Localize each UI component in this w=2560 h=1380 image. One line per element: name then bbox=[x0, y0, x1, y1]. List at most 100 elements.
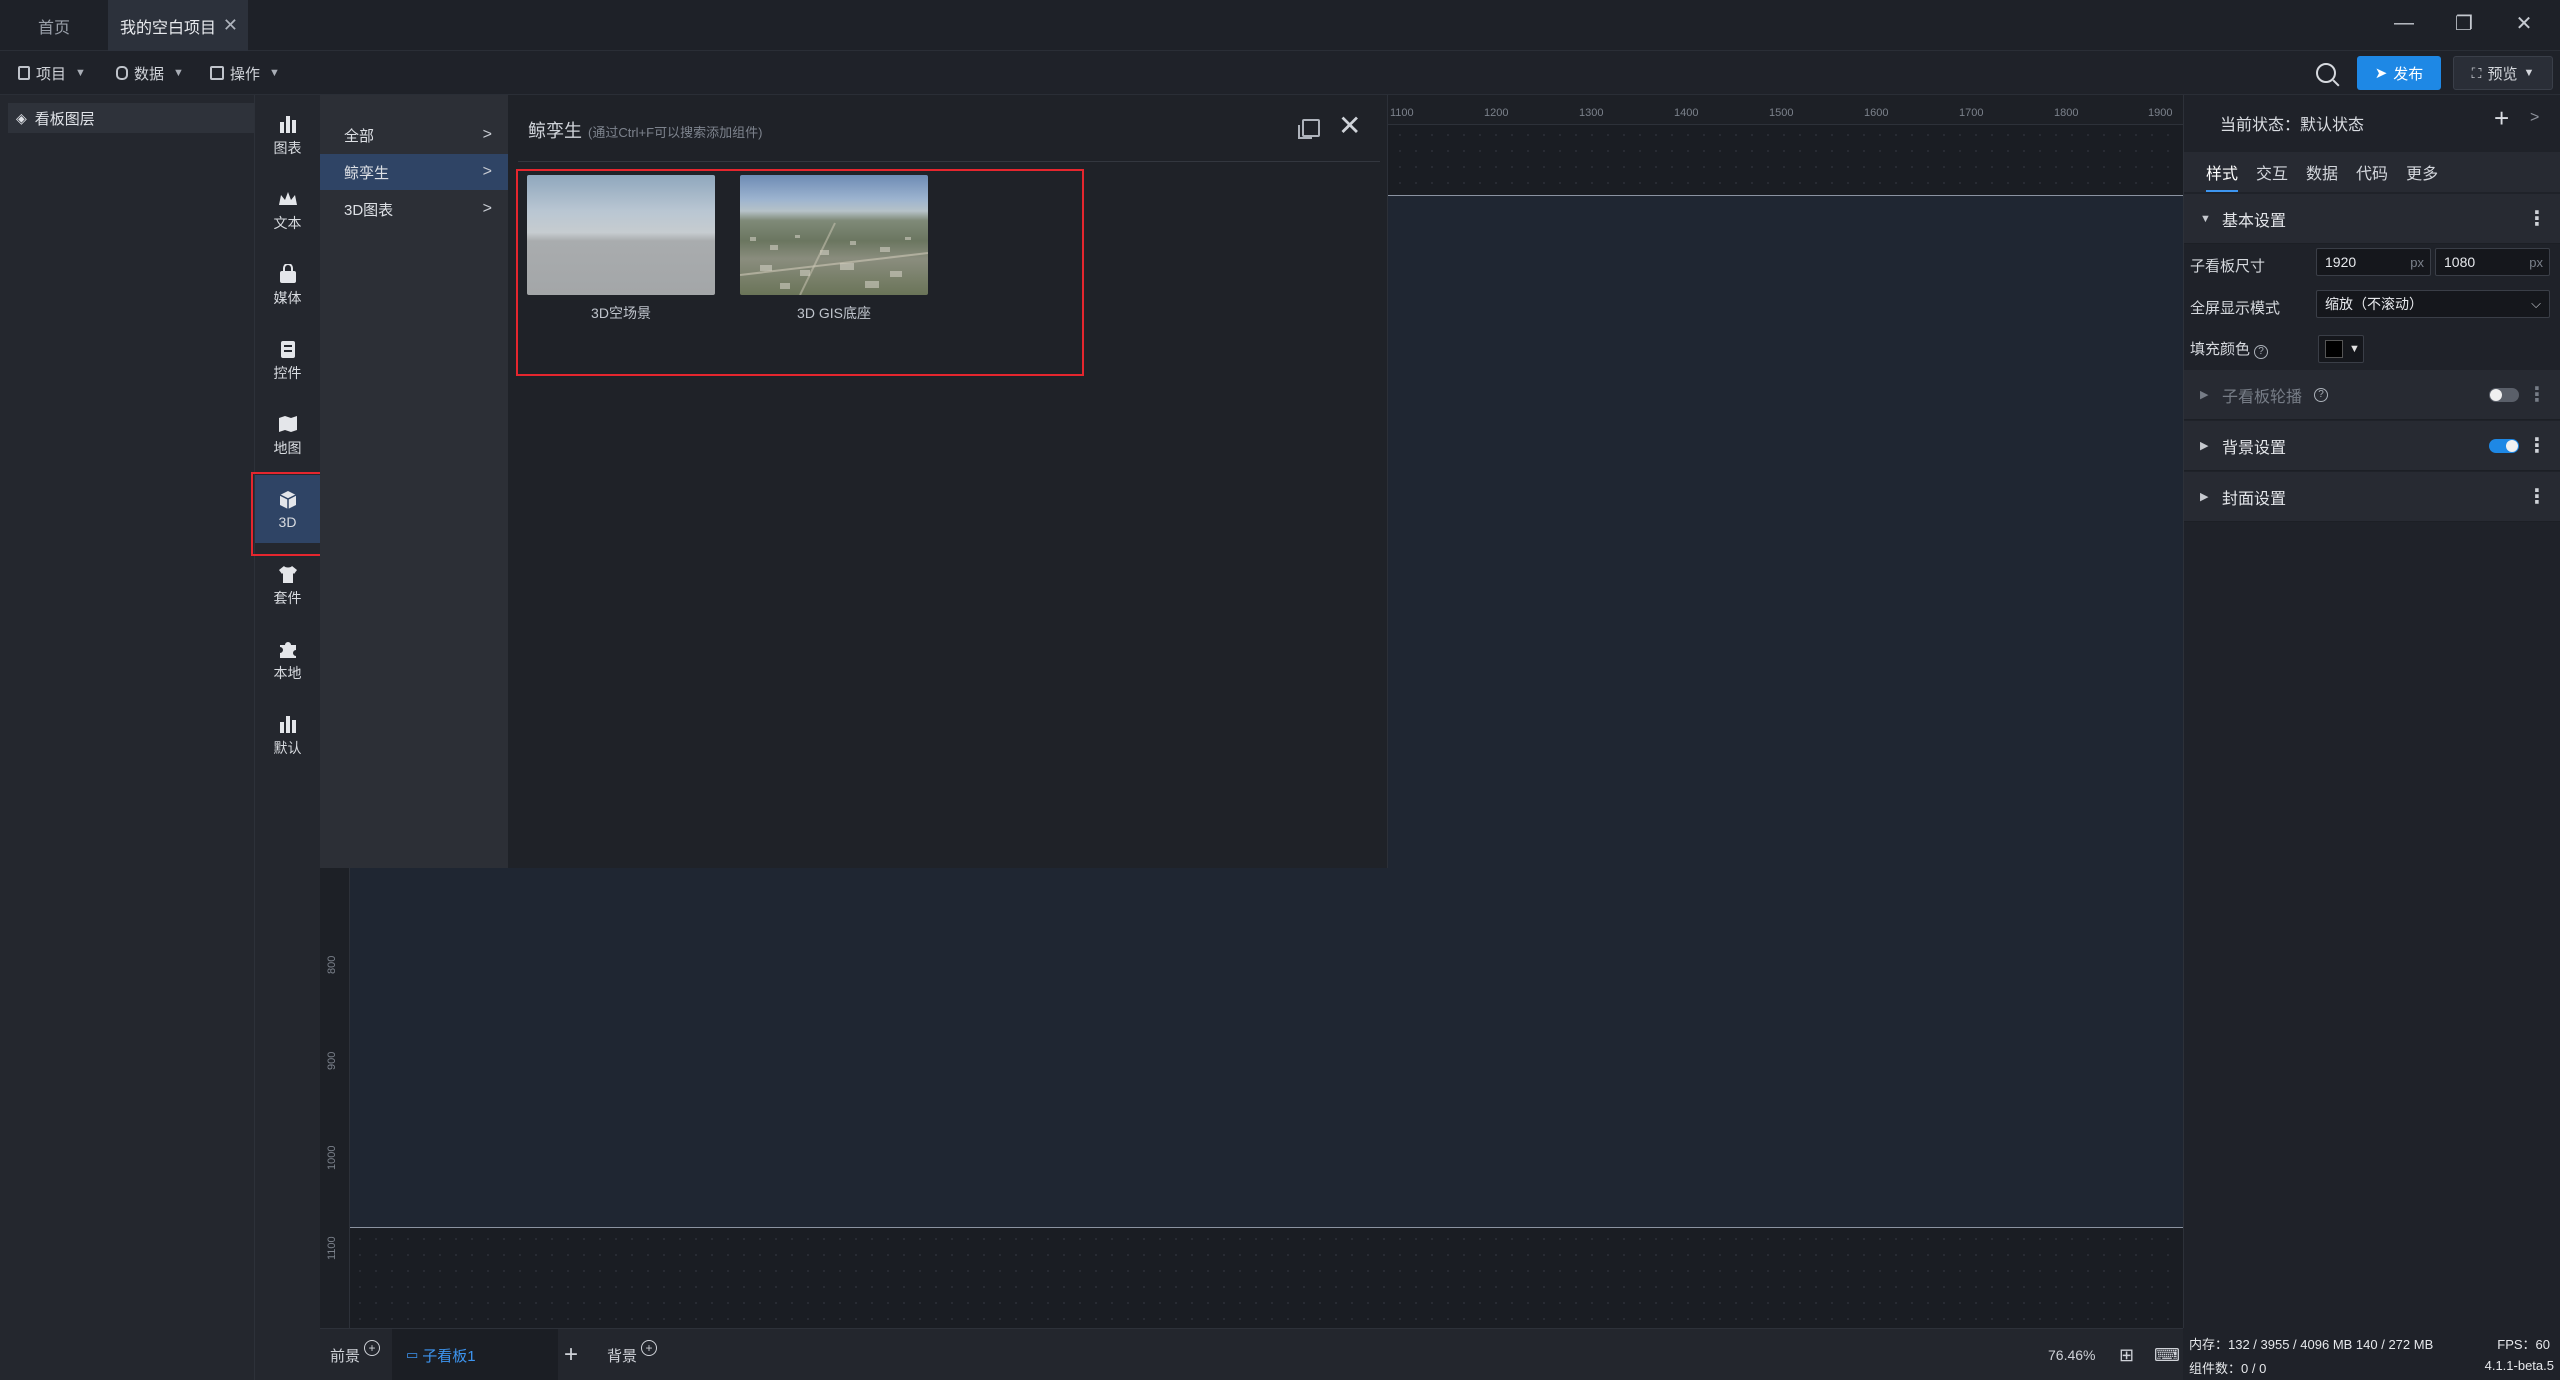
widget-icon bbox=[277, 337, 299, 359]
carousel-section[interactable]: ▶ 子看板轮播 ? ⋮ bbox=[2184, 370, 2560, 420]
component-rail: 图表 文本 媒体 控件 地图 3D 套件 本地 默认 bbox=[255, 95, 320, 1380]
tab-project[interactable]: 我的空白项目 ✕ bbox=[108, 0, 248, 51]
cover-settings-section[interactable]: ▶ 封面设置 ⋮ bbox=[2184, 472, 2560, 522]
publish-button[interactable]: ➤ 发布 bbox=[2357, 56, 2441, 90]
caret-down-icon: ▼ bbox=[2200, 212, 2211, 225]
ruler-tick: 1800 bbox=[2054, 107, 2079, 119]
layers-header[interactable]: ◈ 看板图层 bbox=[8, 103, 254, 133]
current-state: 当前状态：默认状态 bbox=[2220, 117, 2365, 134]
more-vertical-icon[interactable]: ⋮ bbox=[2527, 484, 2547, 509]
carousel-toggle[interactable] bbox=[2489, 388, 2519, 402]
width-input[interactable]: 1920 px bbox=[2316, 248, 2431, 276]
restore-icon[interactable]: ❐ bbox=[2434, 0, 2494, 46]
foreground-tab[interactable]: 前景 + bbox=[330, 1329, 381, 1380]
status-bar: 内存：132 / 3955 / 4096 MB 140 / 272 MB FPS… bbox=[2183, 1328, 2560, 1380]
ruler-top: 1100 1200 1300 1400 1500 1600 1700 1800 … bbox=[1388, 95, 2183, 125]
tab-home[interactable]: 首页 bbox=[0, 0, 108, 51]
background-toggle[interactable] bbox=[2489, 439, 2519, 453]
background-settings-section[interactable]: ▶ 背景设置 ⋮ bbox=[2184, 421, 2560, 471]
fullscreen-select[interactable]: 缩放（不滚动） ⌵ bbox=[2316, 290, 2550, 318]
project-menu[interactable]: 项目 ▼ bbox=[18, 51, 86, 95]
rail-item-3d[interactable]: 3D bbox=[255, 475, 320, 543]
ruler-tick: 1100 bbox=[326, 1236, 338, 1260]
caret-down-icon: ▼ bbox=[2349, 343, 2360, 355]
document-icon bbox=[18, 66, 30, 80]
tab-more[interactable]: 更多 bbox=[2406, 160, 2438, 184]
basic-settings-section[interactable]: ▼ 基本设置 ⋮ bbox=[2184, 194, 2560, 244]
ruler-tick: 1300 bbox=[1579, 107, 1604, 119]
ruler-tick: 800 bbox=[326, 955, 338, 974]
sub-board-label: 子看板1 bbox=[422, 1347, 476, 1365]
rail-item-widget[interactable]: 控件 bbox=[255, 326, 320, 394]
close-icon[interactable]: ✕ bbox=[1338, 109, 1361, 142]
tab-close-icon[interactable]: ✕ bbox=[223, 15, 238, 36]
puzzle-icon bbox=[277, 637, 299, 659]
crown-text-icon bbox=[277, 187, 299, 209]
more-vertical-icon[interactable]: ⋮ bbox=[2527, 382, 2547, 407]
tab-interaction[interactable]: 交互 bbox=[2256, 160, 2288, 184]
chevron-down-icon[interactable]: ▼ bbox=[2523, 67, 2534, 79]
rail-item-local[interactable]: 本地 bbox=[255, 626, 320, 694]
thumbnail-3d-gis-base[interactable] bbox=[740, 175, 928, 295]
operate-menu[interactable]: 操作 ▼ bbox=[210, 51, 280, 95]
minimize-icon[interactable]: — bbox=[2374, 0, 2434, 46]
title-bar: 首页 我的空白项目 ✕ — ❐ ✕ bbox=[0, 0, 2560, 51]
ruler-tick: 1900 bbox=[2148, 107, 2173, 119]
copy-icon[interactable] bbox=[1298, 119, 1320, 139]
search-icon[interactable] bbox=[2316, 63, 2336, 83]
rail-item-map[interactable]: 地图 bbox=[255, 401, 320, 469]
tab-style[interactable]: 样式 bbox=[2206, 160, 2239, 192]
help-icon[interactable]: ? bbox=[2314, 387, 2329, 402]
keyboard-icon[interactable]: ⌨ bbox=[2154, 1329, 2180, 1380]
chevron-right-icon[interactable]: > bbox=[2530, 109, 2539, 127]
help-icon[interactable]: ? bbox=[2254, 344, 2269, 359]
ruler-tick: 1400 bbox=[1674, 107, 1699, 119]
operate-menu-label: 操作 bbox=[230, 65, 261, 83]
add-circle-icon[interactable]: + bbox=[641, 1340, 658, 1356]
fill-color-label: 填充颜色? bbox=[2190, 338, 2269, 359]
category-panel: 全部 > 鲸孪生 > 3D图表 > bbox=[320, 95, 508, 868]
rail-item-chart[interactable]: 图表 bbox=[255, 101, 320, 169]
window-close-icon[interactable]: ✕ bbox=[2494, 0, 2554, 46]
preview-button[interactable]: ⛶ 预览 ▼ bbox=[2453, 56, 2553, 90]
category-item-whale-twin[interactable]: 鲸孪生 > bbox=[320, 154, 508, 190]
component-popup: 鲸孪生 (通过Ctrl+F可以搜索添加组件) ✕ 3D空场景 3D GIS底座 bbox=[508, 95, 1388, 868]
fullscreen-icon: ⛶ bbox=[2471, 64, 2482, 81]
rail-item-kit[interactable]: 套件 bbox=[255, 551, 320, 619]
tab-data[interactable]: 数据 bbox=[2306, 160, 2338, 184]
map-icon bbox=[277, 412, 299, 434]
toolbar: 项目 ▼ 数据 ▼ 操作 ▼ bbox=[0, 51, 2560, 95]
add-circle-icon[interactable]: + bbox=[364, 1340, 381, 1356]
rail-item-text[interactable]: 文本 bbox=[255, 176, 320, 244]
category-item-3d-chart[interactable]: 3D图表 > bbox=[320, 191, 508, 227]
caret-right-icon: ▶ bbox=[2200, 389, 2209, 401]
add-board-button[interactable]: + bbox=[564, 1329, 578, 1380]
more-vertical-icon[interactable]: ⋮ bbox=[2527, 206, 2547, 231]
add-state-button[interactable]: + bbox=[2494, 103, 2509, 134]
background-tab[interactable]: 背景 + bbox=[607, 1329, 658, 1380]
ruler-tick: 1700 bbox=[1959, 107, 1984, 119]
chevron-right-icon: > bbox=[482, 200, 492, 217]
height-input[interactable]: 1080 px bbox=[2435, 248, 2550, 276]
zoom-level[interactable]: 76.46% bbox=[2048, 1329, 2095, 1380]
ruler-tick: 1200 bbox=[1484, 107, 1509, 119]
rail-item-media[interactable]: 媒体 bbox=[255, 251, 320, 319]
fullscreen-label: 全屏显示模式 bbox=[2190, 300, 2281, 317]
thumbnail-3d-empty-scene[interactable] bbox=[527, 175, 715, 295]
more-vertical-icon[interactable]: ⋮ bbox=[2527, 433, 2547, 458]
popup-hint: (通过Ctrl+F可以搜索添加组件) bbox=[588, 125, 763, 140]
rail-item-default[interactable]: 默认 bbox=[255, 701, 320, 769]
fit-screen-icon[interactable]: ⊞ bbox=[2119, 1329, 2134, 1380]
width-value: 1920 bbox=[2325, 254, 2357, 270]
chevron-down-icon: ▼ bbox=[173, 67, 184, 79]
section-title: 子看板轮播 bbox=[2222, 388, 2303, 406]
city-texture bbox=[740, 222, 928, 295]
tab-code[interactable]: 代码 bbox=[2356, 160, 2388, 184]
rail-item-label: 本地 bbox=[273, 665, 302, 681]
sub-board-tab[interactable]: ▭ 子看板1 bbox=[392, 1329, 558, 1380]
bottom-bar: 前景 + ▭ 子看板1 + 背景 + 76.46% ⊞ ⌨ bbox=[320, 1328, 2183, 1380]
category-item-all[interactable]: 全部 > bbox=[320, 117, 508, 153]
shirt-icon bbox=[277, 562, 299, 584]
data-menu[interactable]: 数据 ▼ bbox=[116, 51, 184, 95]
fill-color-picker[interactable]: ▼ bbox=[2318, 335, 2364, 363]
